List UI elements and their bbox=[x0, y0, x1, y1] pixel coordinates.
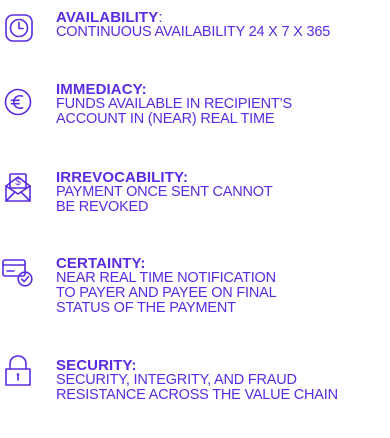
feature-text: CERTAINTY: NEAR REAL TIME NOTIFICATION T… bbox=[56, 256, 390, 316]
feature-description-line: CONTINUOUS AVAILABILITY 24 X 7 X 365 bbox=[56, 24, 331, 40]
feature-description-line: SECURITY, INTEGRITY, AND FRAUD bbox=[56, 372, 297, 388]
feature-title-line: CERTAINTY: bbox=[56, 256, 390, 271]
feature-description-line: BE REVOKED bbox=[56, 199, 149, 215]
feature-title-line: AVAILABILITY: bbox=[56, 10, 390, 25]
feature-description: CONTINUOUS AVAILABILITY 24 X 7 X 365 bbox=[56, 25, 390, 40]
feature-description: FUNDS AVAILABLE IN RECIPIENT’S ACCOUNT I… bbox=[56, 97, 390, 127]
clock-icon bbox=[0, 12, 40, 50]
padlock-icon bbox=[0, 352, 40, 390]
feature-text: SECURITY: SECURITY, INTEGRITY, AND FRAUD… bbox=[56, 358, 390, 403]
svg-text:$: $ bbox=[15, 177, 21, 188]
feature-title-line: IRREVOCABILITY: bbox=[56, 170, 390, 185]
feature-title-line: IMMEDIACY: bbox=[56, 82, 390, 97]
money-envelope-icon: $ bbox=[0, 172, 40, 210]
feature-text: IRREVOCABILITY: PAYMENT ONCE SENT CANNOT… bbox=[56, 170, 390, 215]
feature-description: NEAR REAL TIME NOTIFICATION TO PAYER AND… bbox=[56, 271, 390, 316]
feature-description-line: ACCOUNT IN (NEAR) REAL TIME bbox=[56, 111, 275, 127]
feature-description-line: STATUS OF THE PAYMENT bbox=[56, 300, 236, 316]
feature-description-line: PAYMENT ONCE SENT CANNOT bbox=[56, 184, 273, 200]
card-check-icon bbox=[0, 252, 40, 290]
feature-text: AVAILABILITY: CONTINUOUS AVAILABILITY 24… bbox=[56, 10, 390, 40]
feature-description-line: TO PAYER AND PAYEE ON FINAL bbox=[56, 285, 277, 301]
euro-coin-icon bbox=[0, 86, 40, 124]
feature-description-line: NEAR REAL TIME NOTIFICATION bbox=[56, 270, 276, 286]
feature-description-line: FUNDS AVAILABLE IN RECIPIENT’S bbox=[56, 96, 292, 112]
feature-text: IMMEDIACY: FUNDS AVAILABLE IN RECIPIENT’… bbox=[56, 82, 390, 127]
feature-description: PAYMENT ONCE SENT CANNOT BE REVOKED bbox=[56, 185, 390, 215]
feature-description-line: RESISTANCE ACROSS THE VALUE CHAIN bbox=[56, 387, 338, 403]
feature-description: SECURITY, INTEGRITY, AND FRAUD RESISTANC… bbox=[56, 373, 390, 403]
feature-title-line: SECURITY: bbox=[56, 358, 390, 373]
